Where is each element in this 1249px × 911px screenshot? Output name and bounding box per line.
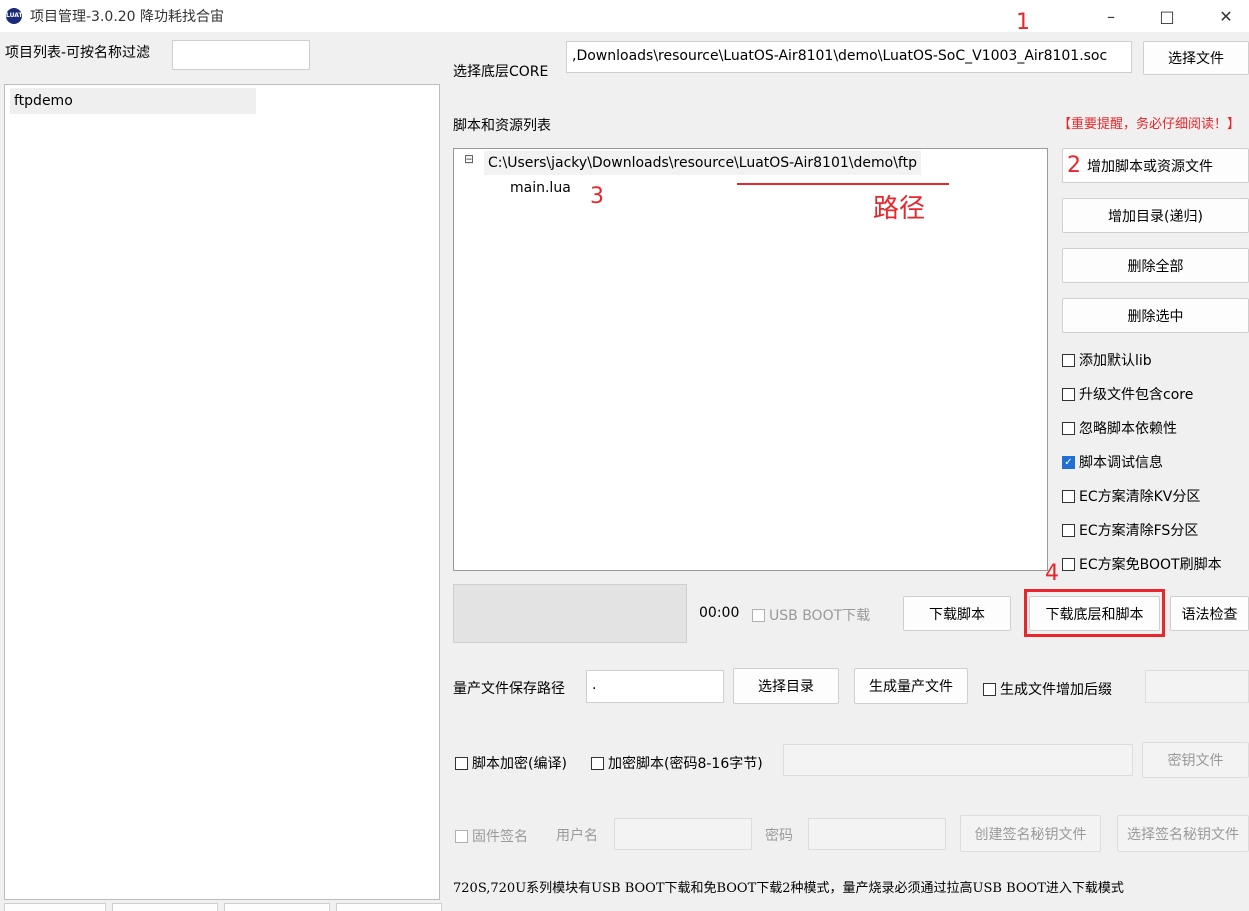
project-item-ftpdemo[interactable]: ftpdemo	[10, 88, 256, 114]
encrypt-password-checkbox[interactable]: 加密脚本(密码8-16字节)	[591, 753, 763, 773]
minimize-icon[interactable]: –	[1088, 0, 1134, 32]
app-logo-icon: LUAT	[6, 8, 23, 24]
checkbox-icon[interactable]	[983, 682, 996, 696]
annotation-1: 1	[1016, 10, 1030, 35]
core-path-input[interactable]: ,Downloads\resource\LuatOS-Air8101\demo\…	[566, 41, 1132, 73]
checkbox-icon[interactable]	[591, 756, 604, 770]
option-add-default-lib[interactable]: 添加默认lib	[1062, 350, 1152, 370]
encryption-key-input[interactable]	[783, 744, 1133, 776]
project-list[interactable]: ftpdemo	[4, 84, 440, 900]
add-script-button[interactable]: 2 增加脚本或资源文件	[1062, 148, 1249, 183]
checkbox-icon[interactable]	[1062, 353, 1075, 367]
project-filter-input[interactable]	[172, 40, 310, 70]
option-ec-clear-kv[interactable]: EC方案清除KV分区	[1062, 486, 1200, 506]
tree-file-main-lua[interactable]: main.lua	[510, 179, 571, 197]
firmware-sign-checkbox[interactable]: 固件签名	[455, 826, 528, 846]
username-input[interactable]	[614, 818, 752, 850]
checkbox-icon[interactable]	[752, 608, 765, 622]
checkbox-icon[interactable]	[1062, 387, 1075, 401]
select-directory-button[interactable]: 选择目录	[733, 668, 839, 704]
highlight-box-annotation	[1024, 589, 1165, 637]
annotation-3: 3	[590, 184, 604, 209]
scripts-label: 脚本和资源列表	[453, 118, 551, 134]
annotation-2: 2	[1067, 153, 1081, 178]
usb-boot-label: USB BOOT下载	[769, 608, 871, 624]
important-notice-link[interactable]: 【重要提醒，务必仔细阅读！】	[1058, 113, 1240, 132]
close-icon[interactable]: ✕	[1203, 0, 1249, 32]
path-annotation-text: 路径	[873, 194, 926, 224]
tree-collapse-icon[interactable]: ⊟	[464, 152, 474, 166]
option-ec-clear-fs[interactable]: EC方案清除FS分区	[1062, 520, 1198, 540]
mass-production-path-input[interactable]: .	[586, 670, 724, 703]
option-ec-no-boot[interactable]: EC方案免BOOT刷脚本	[1062, 554, 1222, 574]
encrypt-key-label: 加密脚本(密码8-16字节)	[608, 756, 763, 772]
checkbox-checked-icon[interactable]: ✓	[1062, 455, 1075, 469]
script-tree[interactable]: ⊟ C:\Users\jacky\Downloads\resource\Luat…	[453, 148, 1048, 571]
delete-selected-button[interactable]: 删除选中	[1062, 298, 1249, 333]
path-underline-annotation	[737, 183, 949, 185]
mass-production-path-label: 量产文件保存路径	[453, 681, 565, 697]
password-label: 密码	[765, 828, 793, 844]
checkbox-icon[interactable]	[1062, 523, 1075, 537]
option-label: 升级文件包含core	[1079, 387, 1194, 403]
title-bar: LUAT 项目管理-3.0.20 降功耗找合宙 – □ ✕	[0, 0, 1249, 32]
password-input[interactable]	[808, 818, 946, 850]
add-suffix-checkbox[interactable]: 生成文件增加后缀	[983, 679, 1112, 699]
window-title: 项目管理-3.0.20 降功耗找合宙	[30, 9, 225, 25]
add-script-label: 增加脚本或资源文件	[1087, 158, 1213, 175]
download-script-button[interactable]: 下载脚本	[903, 596, 1011, 631]
username-label: 用户名	[556, 828, 598, 844]
core-label: 选择底层CORE	[453, 64, 549, 80]
tree-folder-node[interactable]: C:\Users\jacky\Downloads\resource\LuatOS…	[484, 151, 921, 175]
key-file-button[interactable]: 密钥文件	[1142, 742, 1249, 778]
download-timer: 00:00	[699, 605, 740, 621]
maximize-icon[interactable]: □	[1144, 0, 1190, 32]
encrypt-label: 脚本加密(编译)	[472, 756, 567, 772]
progress-panel	[453, 584, 687, 643]
checkbox-icon[interactable]	[455, 829, 468, 843]
option-ignore-deps[interactable]: 忽略脚本依赖性	[1062, 418, 1177, 438]
firmware-sign-label: 固件签名	[472, 829, 528, 845]
checkbox-icon[interactable]	[1062, 557, 1075, 571]
add-directory-button[interactable]: 增加目录(递归)	[1062, 198, 1249, 233]
option-label: 脚本调试信息	[1079, 455, 1163, 471]
option-label: EC方案清除FS分区	[1079, 523, 1199, 539]
checkbox-icon[interactable]	[455, 756, 468, 770]
create-sign-key-button[interactable]: 创建签名秘钥文件	[960, 815, 1101, 852]
option-include-core[interactable]: 升级文件包含core	[1062, 384, 1193, 404]
option-label: EC方案清除KV分区	[1079, 489, 1201, 505]
suffix-input[interactable]	[1145, 670, 1249, 703]
checkbox-icon[interactable]	[1062, 421, 1075, 435]
option-label: 添加默认lib	[1079, 353, 1152, 369]
suffix-label: 生成文件增加后缀	[1000, 682, 1112, 698]
select-core-file-button[interactable]: 选择文件	[1143, 41, 1249, 75]
syntax-check-button[interactable]: 语法检查	[1170, 596, 1249, 631]
select-sign-key-button[interactable]: 选择签名秘钥文件	[1117, 815, 1249, 852]
option-debug-info[interactable]: ✓ 脚本调试信息	[1062, 452, 1163, 472]
project-filter-label: 项目列表-可按名称过滤	[5, 45, 151, 61]
checkbox-icon[interactable]	[1062, 489, 1075, 503]
usb-boot-download-checkbox[interactable]: USB BOOT下载	[752, 605, 870, 625]
generate-mass-file-button[interactable]: 生成量产文件	[854, 668, 968, 704]
option-label: EC方案免BOOT刷脚本	[1079, 557, 1222, 573]
option-label: 忽略脚本依赖性	[1079, 421, 1177, 437]
annotation-4: 4	[1045, 561, 1059, 586]
footer-note: 720S,720U系列模块有USB BOOT下载和免BOOT下载2种模式，量产烧…	[453, 881, 1124, 896]
delete-all-button[interactable]: 删除全部	[1062, 248, 1249, 283]
encrypt-compile-checkbox[interactable]: 脚本加密(编译)	[455, 753, 567, 773]
